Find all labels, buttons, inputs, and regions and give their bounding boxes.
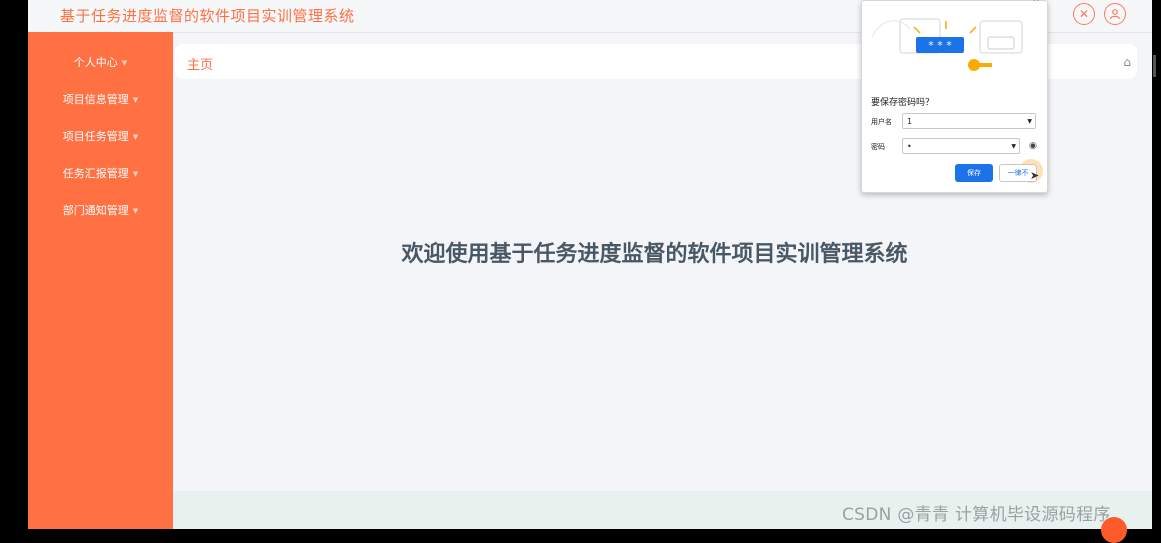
scrollbar[interactable]: [1153, 55, 1156, 77]
sidebar: 个人中心 ▼ 项目信息管理 ▼ 项目任务管理 ▼ 任务汇报管理 ▼ 部门通知管理 ▼: [28, 32, 173, 529]
sidebar-item-task-report[interactable]: 任务汇报管理 ▼: [28, 155, 173, 192]
user-avatar-glyph: [1109, 9, 1121, 20]
sidebar-item-dept-notice[interactable]: 部门通知管理 ▼: [28, 192, 173, 229]
username-label: 用户名: [871, 118, 892, 126]
password-value: •: [907, 142, 912, 151]
sidebar-item-label: 部门通知管理: [62, 204, 129, 217]
eye-icon[interactable]: ◉: [1029, 141, 1037, 151]
sidebar-item-personal-center[interactable]: 个人中心 ▼: [28, 44, 173, 81]
mouse-cursor-icon: ➤: [1030, 169, 1040, 182]
password-field[interactable]: • ▼: [902, 138, 1020, 154]
close-fullscreen-icon[interactable]: ✕: [1073, 3, 1095, 25]
save-button[interactable]: 保存: [955, 164, 993, 182]
chevron-down-icon: ▼: [1027, 118, 1032, 125]
chevron-down-icon: ▼: [121, 58, 128, 67]
username-value: 1: [907, 117, 913, 126]
home-icon[interactable]: ⌂: [1123, 55, 1131, 69]
chevron-down-icon: ▼: [132, 169, 139, 178]
welcome-heading: 欢迎使用基于任务进度监督的软件项目实训管理系统: [401, 242, 908, 267]
password-label: 密码: [871, 143, 885, 151]
sidebar-item-label: 任务汇报管理: [62, 167, 129, 180]
sidebar-item-label: 个人中心: [73, 56, 118, 69]
chevron-down-icon: ▼: [132, 132, 139, 141]
dialog-title: 要保存密码吗？: [871, 98, 935, 108]
system-title: 基于任务进度监督的软件项目实训管理系统: [60, 7, 355, 25]
sidebar-item-label: 项目任务管理: [62, 130, 129, 143]
save-password-dialog: ⌃ * * * 要保存密码吗？ 用户名 1 ▼ 密码 • ▼ ◉ 保存 一律不 …: [861, 0, 1048, 193]
chevron-down-icon: ▼: [1011, 143, 1016, 150]
chevron-down-icon: ▼: [132, 95, 139, 104]
chevron-down-icon: ▼: [132, 206, 139, 215]
masked-password-text: * * *: [928, 39, 952, 52]
username-field[interactable]: 1 ▼: [902, 113, 1036, 129]
watermark: CSDN @青青 计算机毕设源码程序: [842, 505, 1111, 525]
password-illustration: * * *: [871, 18, 1023, 71]
sidebar-item-project-task[interactable]: 项目任务管理 ▼: [28, 118, 173, 155]
user-icon[interactable]: [1104, 3, 1126, 25]
sidebar-item-label: 项目信息管理: [62, 93, 129, 106]
floating-action-button[interactable]: [1101, 517, 1127, 543]
breadcrumb-home-link[interactable]: 主页: [187, 54, 213, 73]
sidebar-item-project-info[interactable]: 项目信息管理 ▼: [28, 81, 173, 118]
